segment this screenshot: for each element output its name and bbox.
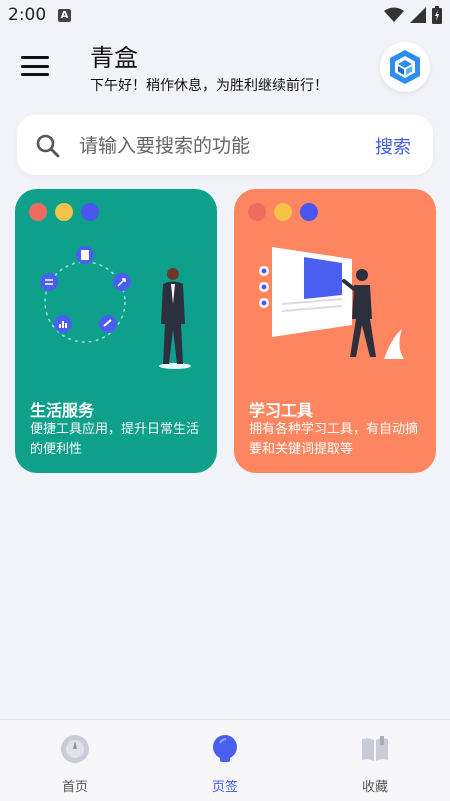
life-service-illustration <box>40 246 191 369</box>
status-bar: 2:00 A <box>0 0 450 32</box>
bulb-icon <box>213 735 237 762</box>
status-time: 2:00 <box>8 5 47 25</box>
wifi-icon <box>384 7 404 22</box>
life-service-card[interactable]: 生活服务 便捷工具应用，提升日常生活的便利性 <box>15 189 217 473</box>
signal-icon <box>410 7 426 23</box>
nav-label: 收藏 <box>361 780 388 795</box>
card-description: 拥有各种学习工具，有自动摘要和关键词提取等 <box>249 422 419 457</box>
card-title: 学习工具 <box>249 401 314 420</box>
notification-badge-icon: A <box>58 9 71 22</box>
window-dot-yellow <box>55 203 73 221</box>
app-logo[interactable] <box>380 42 430 92</box>
cube-logo-icon <box>390 50 420 84</box>
menu-button[interactable] <box>18 52 52 80</box>
menu-line <box>21 73 49 76</box>
menu-line <box>21 64 49 68</box>
window-dot-blue <box>81 203 99 221</box>
window-dots <box>29 203 99 221</box>
nav-item-tabs[interactable]: 页签 <box>150 720 300 801</box>
bottom-navigation: 首页 页签 收藏 <box>0 719 450 801</box>
search-bar: 搜索 <box>17 115 433 175</box>
window-dot-yellow <box>274 203 292 221</box>
search-icon <box>36 134 60 158</box>
window-dot-red <box>248 203 266 221</box>
window-dots <box>248 203 318 221</box>
study-tools-card[interactable]: 学习工具 拥有各种学习工具，有自动摘要和关键词提取等 <box>234 189 436 473</box>
battery-icon <box>432 6 442 24</box>
nav-item-favorites[interactable]: 收藏 <box>300 720 450 801</box>
card-title: 生活服务 <box>30 401 95 420</box>
nav-item-home[interactable]: 首页 <box>0 720 150 801</box>
search-input[interactable] <box>77 127 361 165</box>
menu-line <box>21 56 49 59</box>
window-dot-blue <box>300 203 318 221</box>
app-header: 青盒 下午好！稍作休息，为胜利继续前行！ <box>0 32 450 110</box>
status-icons <box>384 6 442 24</box>
nav-label: 首页 <box>61 780 88 795</box>
book-icon <box>362 736 388 761</box>
window-dot-red <box>29 203 47 221</box>
greeting-text: 下午好！稍作休息，为胜利继续前行！ <box>90 78 328 94</box>
app-title: 青盒 <box>90 44 138 72</box>
compass-icon <box>61 735 89 763</box>
search-button[interactable]: 搜索 <box>375 133 411 159</box>
card-description: 便捷工具应用，提升日常生活的便利性 <box>30 422 200 457</box>
nav-label: 页签 <box>211 780 238 795</box>
study-tools-illustration <box>259 247 404 359</box>
